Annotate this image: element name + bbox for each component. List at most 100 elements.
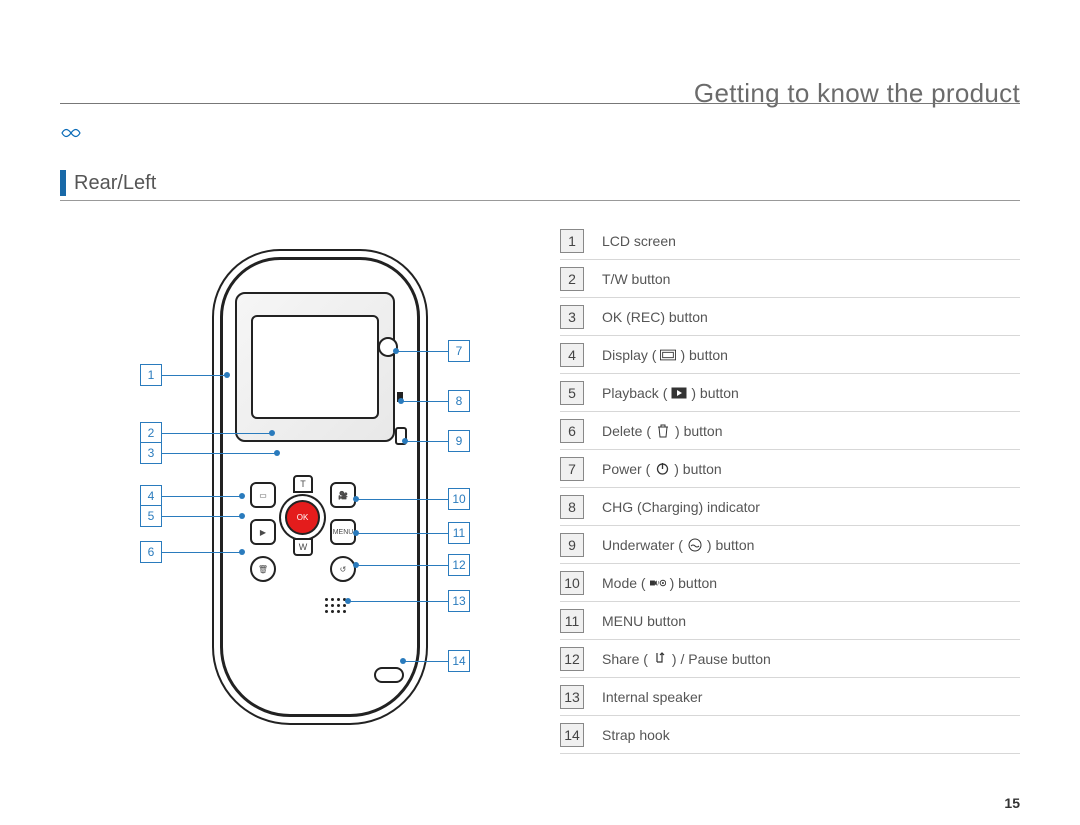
callout-5: 5 [140, 505, 242, 527]
legend-number: 14 [560, 723, 584, 747]
legend-row-9: 9 Underwater () button [560, 526, 1020, 564]
callout-11: 11 [356, 522, 470, 544]
water-icon [687, 538, 703, 552]
display-icon [660, 348, 676, 362]
callout-number: 10 [448, 488, 470, 510]
callout-lead [356, 499, 448, 500]
legend-number: 8 [560, 495, 584, 519]
callout-number: 14 [448, 650, 470, 672]
legend-number: 3 [560, 305, 584, 329]
legend-number: 4 [560, 343, 584, 367]
legend-number: 2 [560, 267, 584, 291]
callout-lead [396, 351, 448, 352]
legend-row-5: 5 Playback () button [560, 374, 1020, 412]
callout-number: 11 [448, 522, 470, 544]
legend-row-4: 4 Display () button [560, 336, 1020, 374]
callout-4: 4 [140, 485, 242, 507]
callout-number: 7 [448, 340, 470, 362]
legend-number: 12 [560, 647, 584, 671]
play-icon [671, 386, 687, 400]
display-button: ▭ [250, 482, 276, 508]
callout-lead [162, 453, 277, 454]
callout-lead [348, 601, 448, 602]
product-diagram: T OK W ▭ ▶ 🎥 MENU 🗑 ↺ 123456 78910111213… [125, 232, 485, 737]
section-subhead: Rear/Left [60, 170, 156, 196]
trash-icon [655, 424, 671, 438]
decorative-leaf-icon [60, 124, 82, 148]
callout-lead [162, 552, 242, 553]
callout-12: 12 [356, 554, 470, 576]
callout-lead [162, 375, 227, 376]
lcd-screen [235, 292, 395, 442]
legend-row-6: 6 Delete () button [560, 412, 1020, 450]
legend-text: T/W button [602, 271, 670, 287]
strap-hook [374, 667, 404, 683]
callout-6: 6 [140, 541, 242, 563]
legend-number: 10 [560, 571, 584, 595]
callout-3: 3 [140, 442, 277, 464]
legend-row-12: 12Share () / Pause button [560, 640, 1020, 678]
legend-number: 1 [560, 229, 584, 253]
legend-text: LCD screen [602, 233, 676, 249]
legend-text: Power () button [602, 461, 722, 477]
legend-text: Strap hook [602, 727, 670, 743]
legend-row-3: 3 OK (REC) button [560, 298, 1020, 336]
legend-row-2: 2 T/W button [560, 260, 1020, 298]
legend-row-14: 14 Strap hook [560, 716, 1020, 754]
ok-rec-button: OK [285, 500, 320, 535]
callout-number: 13 [448, 590, 470, 612]
playback-button: ▶ [250, 519, 276, 545]
callout-number: 12 [448, 554, 470, 576]
callout-7: 7 [396, 340, 470, 362]
callout-lead [162, 433, 272, 434]
legend-text: CHG (Charging) indicator [602, 499, 760, 515]
legend-number: 11 [560, 609, 584, 633]
callout-lead [405, 441, 448, 442]
callout-1: 1 [140, 364, 227, 386]
callout-lead [356, 533, 448, 534]
legend-number: 5 [560, 381, 584, 405]
section-bar [60, 170, 66, 196]
legend-text: OK (REC) button [602, 309, 708, 325]
legend-number: 7 [560, 457, 584, 481]
share-pause-button: ↺ [330, 556, 356, 582]
legend-number: 9 [560, 533, 584, 557]
page-title: Getting to know the product [694, 78, 1020, 109]
callout-number: 8 [448, 390, 470, 412]
legend-row-1: 1 LCD screen [560, 222, 1020, 260]
callout-number: 1 [140, 364, 162, 386]
callout-number: 2 [140, 422, 162, 444]
callout-lead [162, 496, 242, 497]
section-subtitle: Rear/Left [74, 172, 156, 195]
power-icon [654, 462, 670, 476]
zoom-w-button: W [293, 538, 313, 556]
callout-lead [403, 661, 448, 662]
callout-number: 9 [448, 430, 470, 452]
callout-lead [162, 516, 242, 517]
callout-9: 9 [405, 430, 470, 452]
legend-row-7: 7 Power () button [560, 450, 1020, 488]
divider-sub [60, 200, 1020, 201]
legend-row-8: 8 CHG (Charging) indicator [560, 488, 1020, 526]
callout-number: 6 [140, 541, 162, 563]
legend-text: Display () button [602, 347, 728, 363]
legend-text: Delete () button [602, 423, 723, 439]
lcd-inner [251, 315, 379, 419]
delete-button: 🗑 [250, 556, 276, 582]
callout-8: 8 [401, 390, 470, 412]
legend-row-13: 13Internal speaker [560, 678, 1020, 716]
legend-text: Underwater () button [602, 537, 754, 553]
legend-text: Playback () button [602, 385, 739, 401]
legend-number: 6 [560, 419, 584, 443]
callout-lead [401, 401, 448, 402]
callout-number: 5 [140, 505, 162, 527]
callout-lead [356, 565, 448, 566]
legend-text: MENU button [602, 613, 686, 629]
legend-text: Mode (/) button [602, 575, 717, 591]
page-number: 15 [1004, 795, 1020, 811]
callout-2: 2 [140, 422, 272, 444]
legend-table: 1 LCD screen 2 T/W button 3 OK (REC) button 4 D… [560, 222, 1020, 754]
callout-14: 14 [403, 650, 470, 672]
share-icon [652, 652, 668, 666]
legend-row-11: 11 MENU button [560, 602, 1020, 640]
